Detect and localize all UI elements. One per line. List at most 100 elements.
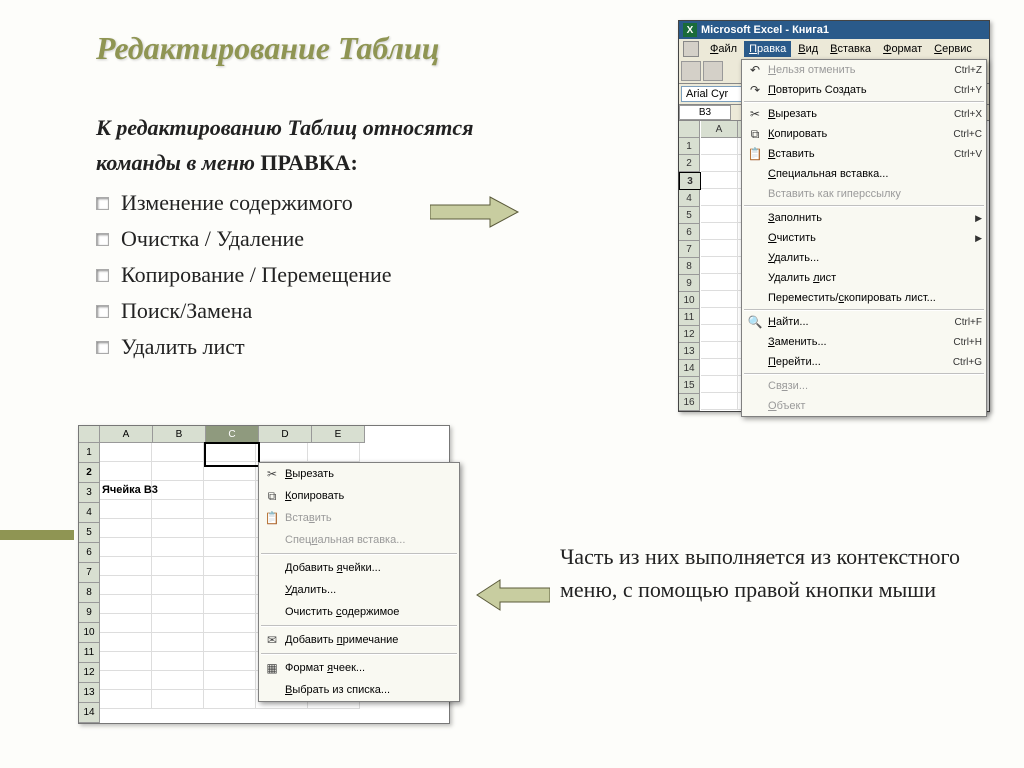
row-header[interactable]: 4: [79, 503, 100, 523]
row-header[interactable]: 14: [679, 360, 700, 377]
cell[interactable]: [152, 614, 204, 633]
context-item[interactable]: Выбрать из списка...: [259, 679, 459, 701]
menu-item[interactable]: Заменить...Ctrl+H: [742, 332, 986, 352]
select-all[interactable]: [79, 426, 100, 443]
col-header[interactable]: D: [259, 426, 312, 443]
cell[interactable]: [100, 557, 152, 576]
cell[interactable]: [701, 274, 738, 291]
context-item[interactable]: Удалить...: [259, 579, 459, 601]
menu-item[interactable]: Вставка: [825, 41, 876, 57]
cell[interactable]: Ячейка В3: [100, 481, 152, 500]
menu-item[interactable]: Перейти...Ctrl+G: [742, 352, 986, 372]
menu-item[interactable]: Переместить/скопировать лист...: [742, 288, 986, 308]
row-header[interactable]: 8: [79, 583, 100, 603]
menu-item[interactable]: 📋ВставитьCtrl+V: [742, 144, 986, 164]
row-header[interactable]: 5: [679, 207, 700, 224]
menu-item[interactable]: ⧉КопироватьCtrl+C: [742, 124, 986, 144]
cell[interactable]: [152, 557, 204, 576]
menu-item[interactable]: ✂ВырезатьCtrl+X: [742, 104, 986, 124]
row-header[interactable]: 2: [679, 155, 700, 172]
cell[interactable]: [701, 138, 738, 155]
context-item[interactable]: ✂Вырезать: [259, 463, 459, 485]
cell[interactable]: [100, 462, 152, 481]
context-item[interactable]: ▦Формат ячеек...: [259, 657, 459, 679]
cell[interactable]: [152, 690, 204, 709]
cell[interactable]: [152, 538, 204, 557]
cell[interactable]: [204, 538, 256, 557]
cell[interactable]: [308, 443, 360, 462]
cell[interactable]: [100, 443, 152, 462]
cell[interactable]: [701, 393, 738, 410]
col-header[interactable]: A: [100, 426, 153, 443]
row-header[interactable]: 16: [679, 394, 700, 411]
menu-item[interactable]: Сервис: [929, 41, 977, 57]
row-header[interactable]: 6: [679, 224, 700, 241]
name-box[interactable]: B3: [679, 105, 731, 120]
menu-item[interactable]: Правка: [744, 41, 791, 57]
col-header[interactable]: E: [312, 426, 365, 443]
cell[interactable]: [701, 189, 738, 206]
cell[interactable]: [152, 500, 204, 519]
cell[interactable]: [701, 223, 738, 240]
cell[interactable]: [100, 690, 152, 709]
cell[interactable]: [701, 325, 738, 342]
cell[interactable]: [100, 671, 152, 690]
row-header[interactable]: 7: [679, 241, 700, 258]
toolbar-button[interactable]: [681, 61, 701, 81]
cell[interactable]: [152, 462, 204, 481]
row-header[interactable]: 10: [79, 623, 100, 643]
cell[interactable]: [152, 519, 204, 538]
context-item[interactable]: ⧉Копировать: [259, 485, 459, 507]
cell[interactable]: [100, 538, 152, 557]
row-header[interactable]: 3: [679, 172, 701, 190]
cell[interactable]: [204, 690, 256, 709]
menu-item[interactable]: Специальная вставка...: [742, 164, 986, 184]
cell[interactable]: [701, 257, 738, 274]
context-item[interactable]: Добавить ячейки...: [259, 557, 459, 579]
row-header[interactable]: 13: [679, 343, 700, 360]
cell[interactable]: [701, 359, 738, 376]
cell[interactable]: [701, 342, 738, 359]
cell[interactable]: [701, 172, 738, 189]
cell[interactable]: [152, 652, 204, 671]
cell[interactable]: [100, 633, 152, 652]
cell[interactable]: [204, 481, 256, 500]
edit-menu-dropdown[interactable]: ↶Нельзя отменитьCtrl+Z↷Повторить Создать…: [741, 59, 987, 417]
toolbar-button[interactable]: [703, 61, 723, 81]
font-selector[interactable]: Arial Cyr: [681, 86, 749, 102]
context-item[interactable]: ✉Добавить примечание: [259, 629, 459, 651]
row-header[interactable]: 8: [679, 258, 700, 275]
menu-item[interactable]: Вид: [793, 41, 823, 57]
row-header[interactable]: 13: [79, 683, 100, 703]
cell[interactable]: [204, 443, 256, 462]
cell[interactable]: [152, 481, 204, 500]
cell[interactable]: [100, 500, 152, 519]
menu-item[interactable]: 🔍Найти...Ctrl+F: [742, 312, 986, 332]
cell[interactable]: [701, 308, 738, 325]
col-header[interactable]: C: [206, 426, 259, 443]
row-header[interactable]: 12: [79, 663, 100, 683]
cell[interactable]: [701, 376, 738, 393]
menu-item[interactable]: Формат: [878, 41, 927, 57]
row-header[interactable]: 11: [79, 643, 100, 663]
menu-item[interactable]: Файл: [705, 41, 742, 57]
col-header[interactable]: A: [701, 121, 738, 138]
cell[interactable]: [204, 519, 256, 538]
row-header[interactable]: 7: [79, 563, 100, 583]
cell[interactable]: [701, 291, 738, 308]
cell[interactable]: [100, 576, 152, 595]
cell[interactable]: [204, 633, 256, 652]
cell[interactable]: [701, 155, 738, 172]
cell[interactable]: [204, 614, 256, 633]
row-header[interactable]: 15: [679, 377, 700, 394]
menu-item[interactable]: Удалить лист: [742, 268, 986, 288]
row-header[interactable]: 9: [679, 275, 700, 292]
menubar[interactable]: ФайлПравкаВидВставкаФорматСервис: [679, 39, 989, 59]
cell[interactable]: [152, 443, 204, 462]
context-item[interactable]: Очистить содержимое: [259, 601, 459, 623]
row-header[interactable]: 1: [679, 138, 700, 155]
row-header[interactable]: 14: [79, 703, 100, 723]
row-header[interactable]: 12: [679, 326, 700, 343]
cell[interactable]: [152, 576, 204, 595]
menu-item[interactable]: Удалить...: [742, 248, 986, 268]
